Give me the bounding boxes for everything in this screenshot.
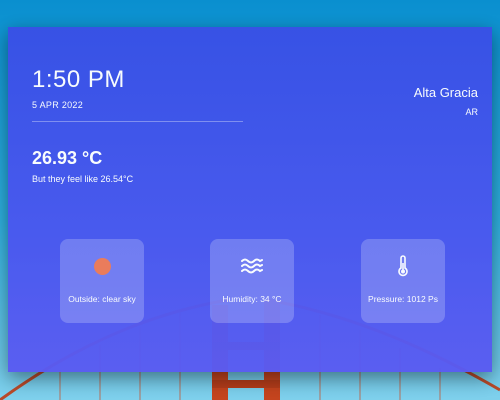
temperature: 26.93 °C (32, 148, 103, 168)
humidity-label: Humidity: 34 °C (222, 294, 282, 304)
feels-like: But they feel like 26.54°C (32, 174, 134, 184)
sun-icon (93, 256, 111, 276)
thermometer-icon (397, 255, 409, 277)
humidity-tile: Humidity: 34 °C (210, 239, 294, 323)
current-date: 5 APR 2022 (32, 100, 84, 110)
city-name: Alta Gracia (413, 85, 478, 100)
weather-card: 1:50 PM 5 APR 2022 Alta Gracia AR 26.93 … (8, 27, 492, 372)
outside-label: Outside: clear sky (68, 294, 136, 304)
divider (32, 121, 243, 122)
current-time: 1:50 PM (32, 66, 125, 93)
country-code: AR (465, 107, 478, 117)
pressure-label: Pressure: 1012 Ps (368, 294, 438, 304)
outside-tile: Outside: clear sky (60, 239, 144, 323)
waves-icon (241, 256, 263, 276)
pressure-tile: Pressure: 1012 Ps (361, 239, 445, 323)
